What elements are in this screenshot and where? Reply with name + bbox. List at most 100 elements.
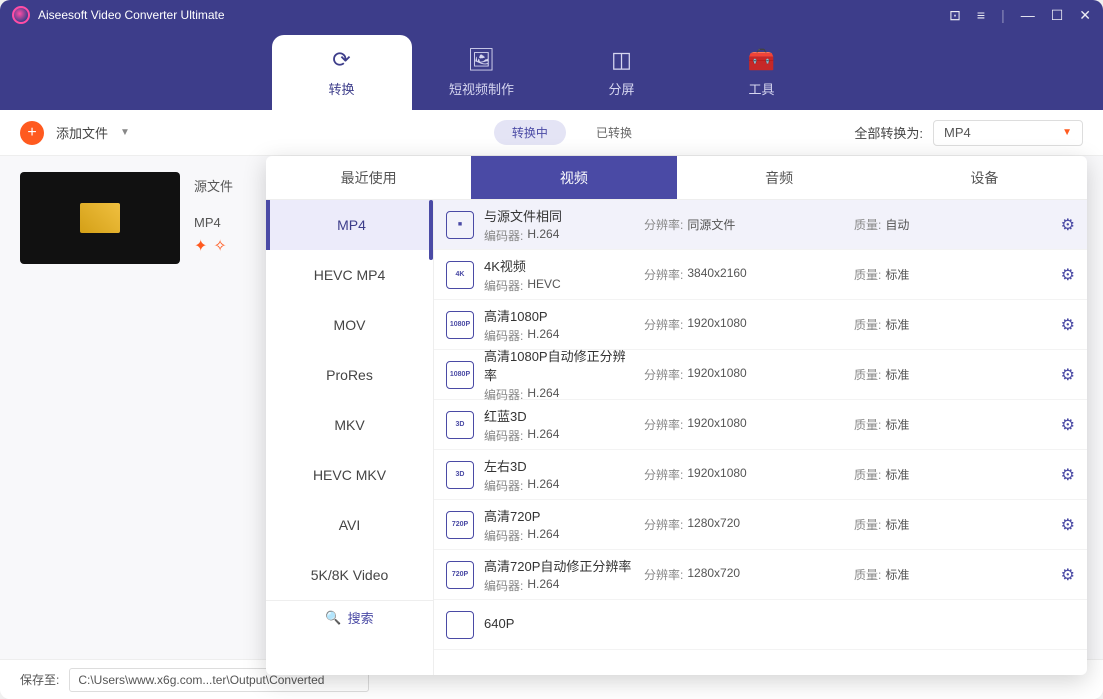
format-preset-row[interactable]: 3D左右3D编码器:H.264分辨率:1920x1080质量:标准⚙: [434, 450, 1087, 500]
quality-value: 标准: [885, 466, 909, 483]
resolution-value: 1920x1080: [687, 366, 746, 383]
toolbar: + 添加文件 ▼ 转换中 已转换 全部转换为: MP4 ▼: [0, 110, 1103, 156]
resolution-label: 分辨率:: [644, 416, 683, 433]
mv-icon: 🖼: [468, 47, 496, 73]
add-files-button[interactable]: +: [20, 121, 44, 145]
format-badge-icon: 4K: [446, 261, 474, 289]
format-badge-icon: 1080P: [446, 361, 474, 389]
format-category-item[interactable]: AVI: [266, 500, 433, 550]
quality-label: 质量:: [854, 566, 881, 583]
search-icon: 🔍: [325, 610, 341, 626]
gear-icon[interactable]: ⚙: [1061, 215, 1075, 235]
scrollbar[interactable]: [429, 200, 433, 260]
gear-icon[interactable]: ⚙: [1061, 315, 1075, 335]
quality-value: 自动: [885, 216, 909, 233]
nav-mv-label: 短视频制作: [449, 79, 514, 98]
resolution-value: 1280x720: [687, 516, 740, 533]
maximize-icon[interactable]: ☐: [1051, 7, 1064, 24]
quality-value: 标准: [885, 566, 909, 583]
format-badge-icon: [446, 611, 474, 639]
video-thumbnail[interactable]: [20, 172, 180, 264]
gear-icon[interactable]: ⚙: [1061, 465, 1075, 485]
effect-icon[interactable]: ✧: [213, 236, 226, 256]
nav-mv[interactable]: 🖼 短视频制作: [412, 35, 552, 110]
minimize-icon[interactable]: —: [1021, 7, 1035, 23]
save-to-label: 保存至:: [20, 671, 59, 688]
encoder-value: H.264: [527, 327, 559, 344]
chevron-down-icon[interactable]: ▼: [120, 127, 130, 138]
dd-tab-video[interactable]: 视频: [471, 156, 676, 199]
encoder-value: H.264: [527, 527, 559, 544]
format-preset-row[interactable]: 1080P高清1080P自动修正分辨率编码器:H.264分辨率:1920x108…: [434, 350, 1087, 400]
nav-convert[interactable]: ⟳ 转换: [272, 35, 412, 110]
gear-icon[interactable]: ⚙: [1061, 415, 1075, 435]
effect-icon[interactable]: ✦: [194, 236, 207, 256]
format-preset-row[interactable]: ■与源文件相同编码器:H.264分辨率:同源文件质量:自动⚙: [434, 200, 1087, 250]
menu-icon[interactable]: ≡: [977, 7, 985, 23]
format-category-item[interactable]: ProRes: [266, 350, 433, 400]
format-category-item[interactable]: HEVC MKV: [266, 450, 433, 500]
gear-icon[interactable]: ⚙: [1061, 365, 1075, 385]
encoder-label: 编码器:: [484, 277, 523, 294]
preset-title: 640P: [484, 616, 634, 631]
dd-tab-recent[interactable]: 最近使用: [266, 156, 471, 199]
tab-converting[interactable]: 转换中: [494, 120, 566, 145]
encoder-value: H.264: [527, 386, 559, 403]
nav-collage-label: 分屏: [608, 79, 634, 98]
format-preset-row[interactable]: 1080P高清1080P编码器:H.264分辨率:1920x1080质量:标准⚙: [434, 300, 1087, 350]
gear-icon[interactable]: ⚙: [1061, 265, 1075, 285]
resolution-label: 分辨率:: [644, 216, 683, 233]
preset-title: 高清720P自动修正分辨率: [484, 556, 634, 575]
quality-value: 标准: [885, 366, 909, 383]
nav-convert-label: 转换: [328, 79, 354, 98]
nav-collage[interactable]: ◫ 分屏: [552, 35, 692, 110]
effect-icons: ✦ ✧: [194, 236, 233, 256]
format-category-item[interactable]: MP4: [266, 200, 433, 250]
format-category-item[interactable]: MOV: [266, 300, 433, 350]
format-preset-row[interactable]: 4K4K视频编码器:HEVC分辨率:3840x2160质量:标准⚙: [434, 250, 1087, 300]
output-format-select[interactable]: MP4 ▼: [933, 120, 1083, 146]
format-preset-row[interactable]: 3D红蓝3D编码器:H.264分辨率:1920x1080质量:标准⚙: [434, 400, 1087, 450]
close-icon[interactable]: ✕: [1079, 7, 1091, 24]
gear-icon[interactable]: ⚙: [1061, 565, 1075, 585]
quality-value: 标准: [885, 316, 909, 333]
quality-label: 质量:: [854, 366, 881, 383]
feedback-icon[interactable]: ⊡: [949, 7, 961, 24]
format-category-item[interactable]: MKV: [266, 400, 433, 450]
format-badge-icon: 1080P: [446, 311, 474, 339]
encoder-label: 编码器:: [484, 577, 523, 594]
preset-title: 高清1080P自动修正分辨率: [484, 346, 634, 384]
dd-tab-audio[interactable]: 音频: [677, 156, 882, 199]
encoder-value: H.264: [527, 577, 559, 594]
preset-title: 4K视频: [484, 256, 634, 275]
quality-value: 标准: [885, 266, 909, 283]
format-badge-icon: 3D: [446, 461, 474, 489]
encoder-label: 编码器:: [484, 327, 523, 344]
format-category-item[interactable]: HEVC MP4: [266, 250, 433, 300]
chevron-down-icon: ▼: [1062, 127, 1072, 138]
source-file-label: 源文件: [194, 176, 233, 195]
resolution-label: 分辨率:: [644, 466, 683, 483]
gear-icon[interactable]: ⚙: [1061, 515, 1075, 535]
resolution-value: 1920x1080: [687, 416, 746, 433]
encoder-label: 编码器:: [484, 227, 523, 244]
nav-tools[interactable]: 🧰 工具: [692, 35, 832, 110]
resolution-label: 分辨率:: [644, 366, 683, 383]
tab-converted[interactable]: 已转换: [578, 120, 650, 145]
quality-value: 标准: [885, 416, 909, 433]
format-preset-row[interactable]: 720P高清720P自动修正分辨率编码器:H.264分辨率:1280x720质量…: [434, 550, 1087, 600]
divider: |: [1001, 7, 1005, 23]
add-files-label[interactable]: 添加文件: [56, 123, 108, 142]
resolution-value: 3840x2160: [687, 266, 746, 283]
format-category-item[interactable]: 5K/8K Video: [266, 550, 433, 600]
preset-title: 高清720P: [484, 506, 634, 525]
search-button[interactable]: 🔍 搜索: [266, 600, 433, 634]
format-badge-icon: 720P: [446, 561, 474, 589]
format-preset-row[interactable]: 720P高清720P编码器:H.264分辨率:1280x720质量:标准⚙: [434, 500, 1087, 550]
app-logo-icon: [12, 6, 30, 24]
format-preset-row[interactable]: 640P: [434, 600, 1087, 650]
preset-title: 红蓝3D: [484, 406, 634, 425]
dd-tab-device[interactable]: 设备: [882, 156, 1087, 199]
encoder-value: H.264: [527, 427, 559, 444]
output-format-value: MP4: [944, 125, 971, 140]
